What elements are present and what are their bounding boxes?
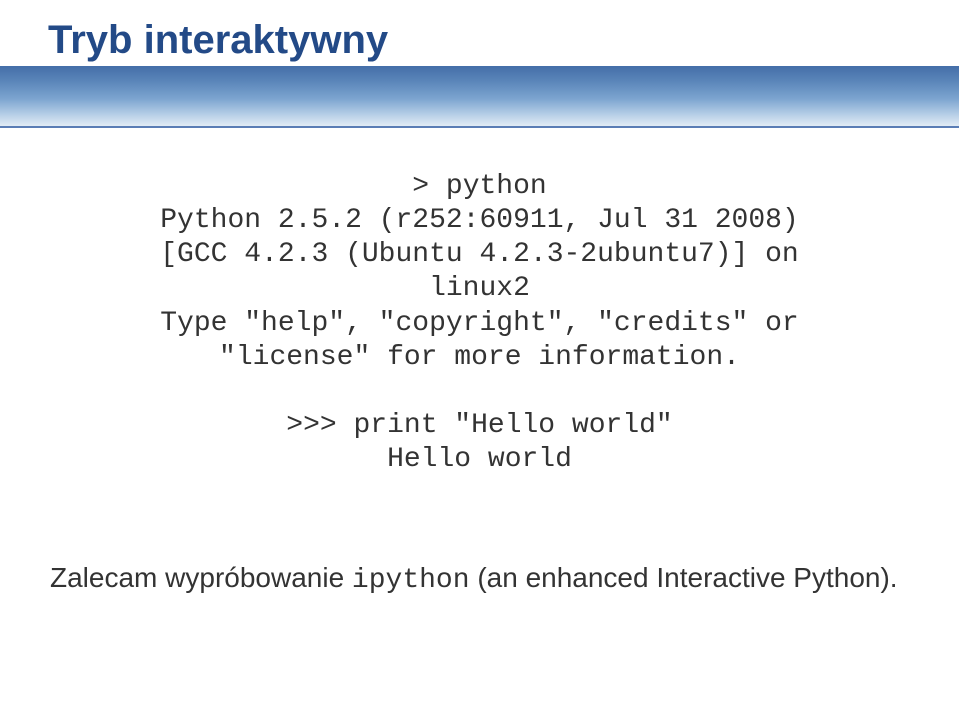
code-line-9: Hello world xyxy=(387,444,572,475)
code-line-5: Type "help", "copyright", "credits" or xyxy=(160,308,799,339)
code-line-8: >>> print "Hello world" xyxy=(286,410,672,441)
footer-cmd: ipython xyxy=(352,565,470,596)
code-line-1: > python xyxy=(412,171,546,202)
slide-title: Tryb interaktywny xyxy=(48,18,388,63)
footer-note: Zalecam wypróbowanie ipython (an enhance… xyxy=(50,560,910,598)
code-block: > python Python 2.5.2 (r252:60911, Jul 3… xyxy=(0,170,959,477)
slide: Tryb interaktywny > python Python 2.5.2 … xyxy=(0,0,959,719)
code-line-3: [GCC 4.2.3 (Ubuntu 4.2.3-2ubuntu7)] on xyxy=(160,239,799,270)
code-line-6: "license" for more information. xyxy=(219,342,740,373)
header-gradient xyxy=(0,66,959,128)
footer-pre: Zalecam wypróbowanie xyxy=(50,562,352,593)
code-line-4: linux2 xyxy=(429,273,530,304)
footer-post: (an enhanced Interactive Python). xyxy=(470,562,898,593)
code-line-2: Python 2.5.2 (r252:60911, Jul 31 2008) xyxy=(160,205,799,236)
